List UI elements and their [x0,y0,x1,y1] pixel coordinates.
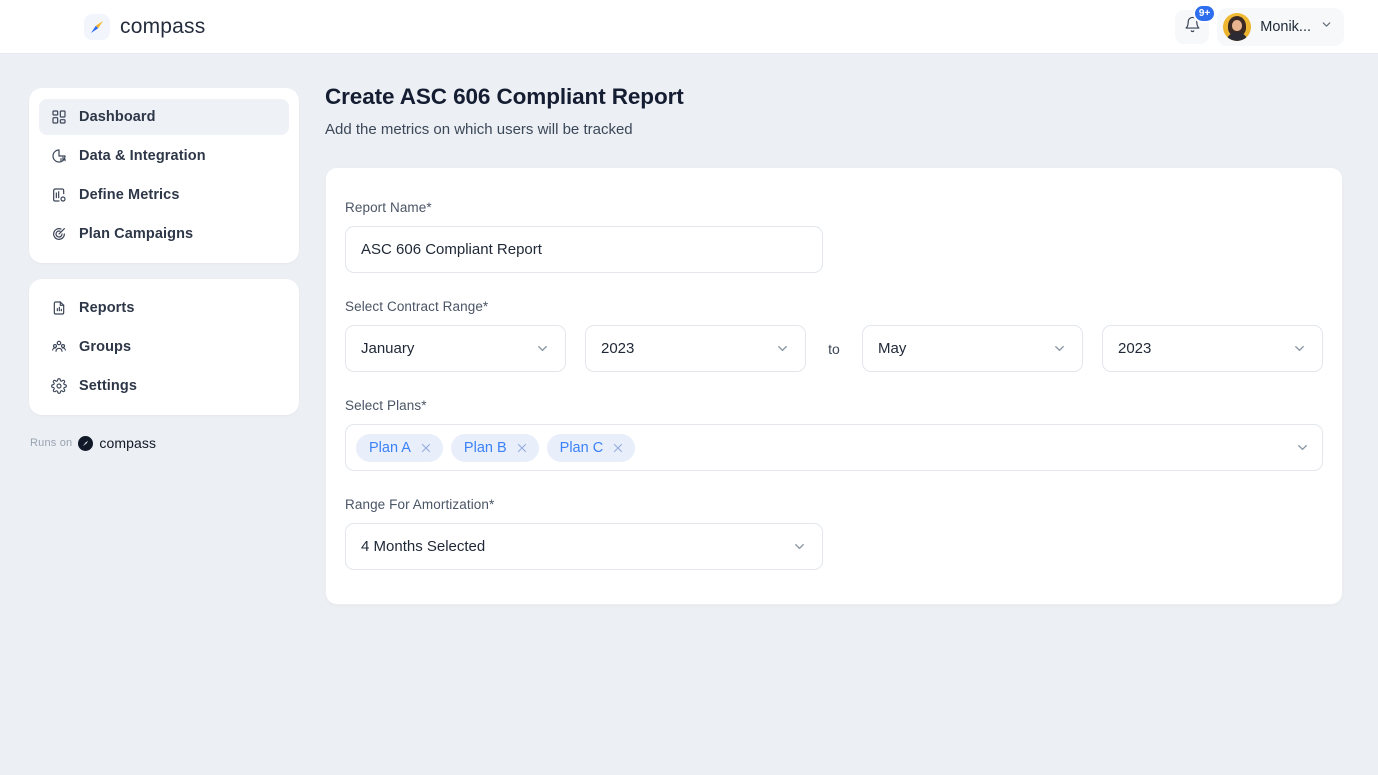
sidebar-item-label: Dashboard [79,109,156,125]
report-name-value: ASC 606 Compliant Report [361,241,542,258]
notifications-button[interactable]: 9+ [1175,10,1209,44]
close-icon[interactable] [612,442,624,454]
gear-icon [50,378,67,395]
sidebar-secondary-group: Reports Groups [29,279,299,415]
sidebar-item-reports[interactable]: Reports [39,290,289,326]
end-month-value: May [878,340,906,357]
chevron-down-icon [775,341,790,356]
end-year-select[interactable]: 2023 [1102,325,1323,372]
runs-on-footer: Runs on compass [29,435,299,451]
select-plans-label: Select Plans* [345,398,1323,413]
sidebar-item-define-metrics[interactable]: Define Metrics [39,177,289,213]
start-month-select[interactable]: January [345,325,566,372]
sidebar-item-label: Define Metrics [79,187,180,203]
end-year-value: 2023 [1118,340,1151,357]
chevron-down-icon [1292,341,1307,356]
sidebar-item-dashboard[interactable]: Dashboard [39,99,289,135]
page-subtitle: Add the metrics on which users will be t… [325,121,1343,138]
sidebar-item-data-integration[interactable]: Data & Integration [39,138,289,174]
header-actions: 9+ Monik... [1175,8,1378,46]
report-name-input[interactable]: ASC 606 Compliant Report [345,226,823,273]
amortization-label: Range For Amortization* [345,497,1323,512]
sidebar-item-label: Settings [79,378,137,394]
chevron-down-icon [792,539,807,554]
report-form-card: Report Name* ASC 606 Compliant Report Se… [325,167,1343,605]
field-report-name: Report Name* ASC 606 Compliant Report [344,200,1324,273]
close-icon[interactable] [516,442,528,454]
field-range-for-amortization: Range For Amortization* 4 Months Selecte… [344,497,1324,570]
page-title: Create ASC 606 Compliant Report [325,84,1343,110]
close-icon[interactable] [420,442,432,454]
sidebar-item-groups[interactable]: Groups [39,329,289,365]
plan-chip[interactable]: Plan A [356,434,443,462]
chevron-down-icon [535,341,550,356]
plan-chip-label: Plan B [464,440,507,456]
plan-chip[interactable]: Plan B [451,434,539,462]
sidebar-item-label: Data & Integration [79,148,206,164]
select-plans-multiselect[interactable]: Plan A Plan B Plan C [345,424,1323,471]
brand-logo[interactable]: compass [84,14,205,40]
dashboard-grid-icon [50,109,67,126]
contract-range-label: Select Contract Range* [345,299,1323,314]
user-menu-button[interactable]: Monik... [1217,8,1344,46]
avatar [1223,13,1251,41]
sidebar: Dashboard Data & Integration [29,88,299,451]
top-header-bar: compass 9+ Monik... [0,0,1378,54]
start-month-value: January [361,340,414,357]
amortization-value: 4 Months Selected [361,538,485,555]
sidebar-item-label: Reports [79,300,135,316]
plan-chip-label: Plan A [369,440,411,456]
field-contract-range: Select Contract Range* January 2023 to [344,299,1324,372]
notification-badge: 9+ [1193,4,1216,23]
end-month-select[interactable]: May [862,325,1083,372]
sidebar-primary-group: Dashboard Data & Integration [29,88,299,263]
people-group-icon [50,339,67,356]
report-document-icon [50,300,67,317]
chevron-down-icon [1320,18,1333,36]
sidebar-item-settings[interactable]: Settings [39,368,289,404]
start-year-select[interactable]: 2023 [585,325,806,372]
user-name: Monik... [1260,19,1311,35]
compass-needle-icon [78,436,93,451]
metrics-document-icon [50,187,67,204]
plan-chip-label: Plan C [560,440,604,456]
runs-on-prefix: Runs on [30,437,72,449]
compass-needle-icon [84,14,110,40]
plan-chip[interactable]: Plan C [547,434,636,462]
range-separator-label: to [806,341,862,357]
target-icon [50,226,67,243]
brand-name: compass [120,15,205,39]
runs-on-brand: compass [99,435,156,451]
amortization-select[interactable]: 4 Months Selected [345,523,823,570]
sidebar-item-label: Plan Campaigns [79,226,193,242]
main-content: Create ASC 606 Compliant Report Add the … [325,84,1343,605]
chevron-down-icon[interactable] [1295,440,1310,455]
sidebar-item-plan-campaigns[interactable]: Plan Campaigns [39,216,289,252]
pie-chart-icon [50,148,67,165]
report-name-label: Report Name* [345,200,1323,215]
chevron-down-icon [1052,341,1067,356]
sidebar-item-label: Groups [79,339,131,355]
contract-range-row: January 2023 to May [345,325,1323,372]
start-year-value: 2023 [601,340,634,357]
field-select-plans: Select Plans* Plan A Plan B Plan C [344,398,1324,471]
